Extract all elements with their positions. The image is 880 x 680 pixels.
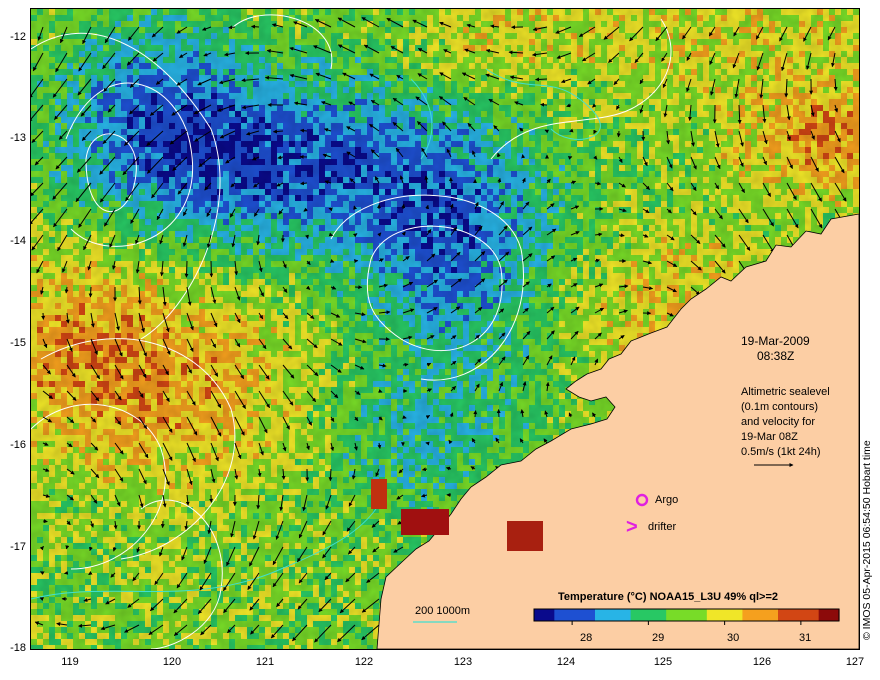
colorbar-title: Temperature (°C) NOAA15_L3U 49% ql>=2	[558, 591, 778, 603]
altimetry-note-5: 0.5m/s (1kt 24h)	[741, 446, 821, 458]
lon-tick-122: 122	[354, 656, 374, 668]
lat-tick-13: -13	[10, 132, 26, 144]
colorbar-tick-29: 29	[652, 632, 665, 644]
drifter-legend-label: drifter	[648, 521, 677, 533]
lon-tick-124: 124	[556, 656, 576, 668]
date-label: 19-Mar-2009	[741, 334, 810, 348]
altimetry-note-2: (0.1m contours)	[741, 401, 819, 413]
credit-text: © IMOS 05-Apr-2015 06:54:50 Hobart time	[861, 440, 873, 640]
argo-legend-label: Argo	[655, 494, 679, 506]
lat-tick-18: -18	[10, 642, 26, 654]
time-label: 08:38Z	[757, 349, 795, 363]
lon-tick-126: 126	[752, 656, 772, 668]
lat-tick-14: -14	[10, 235, 26, 247]
altimetry-note-1: Altimetric sealevel	[741, 386, 830, 398]
lat-tick-12: -12	[10, 31, 26, 43]
map-frame: 19-Mar-2009 08:38Z Altimetric sealevel (…	[30, 8, 860, 650]
colorbar-tick-31: 31	[799, 632, 812, 644]
altimetry-note-4: 19-Mar 08Z	[741, 431, 798, 443]
lon-tick-120: 120	[162, 656, 182, 668]
lon-tick-125: 125	[653, 656, 673, 668]
lat-tick-17: -17	[10, 541, 26, 553]
lat-tick-16: -16	[10, 439, 26, 451]
drifter-marker: >	[626, 516, 638, 538]
lon-tick-123: 123	[453, 656, 473, 668]
lon-tick-127: 127	[845, 656, 865, 668]
bathymetry-label: 200 1000m	[415, 605, 471, 617]
lon-tick-119: 119	[61, 656, 79, 668]
map-canvas	[31, 9, 859, 649]
altimetry-note-3: and velocity for	[741, 416, 815, 428]
colorbar-tick-28: 28	[580, 632, 593, 644]
lat-tick-15: -15	[10, 337, 26, 349]
colorbar-tick-30: 30	[727, 632, 740, 644]
lon-tick-121: 121	[255, 656, 275, 668]
